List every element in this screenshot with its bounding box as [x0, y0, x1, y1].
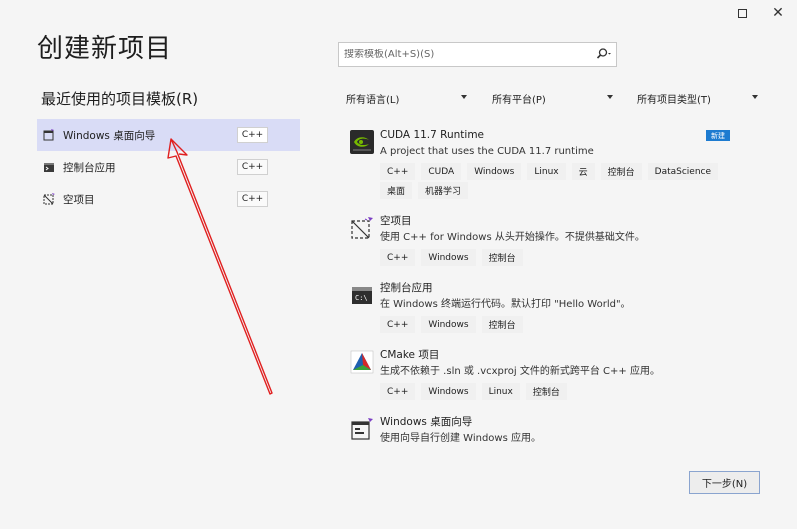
- recent-templates-list: Windows 桌面向导 C++ 控制台应用 C++ 空项目 C++: [37, 119, 300, 215]
- template-tag: DataScience: [647, 163, 719, 180]
- template-tag: 机器学习: [418, 182, 469, 199]
- chevron-down-icon: [461, 95, 467, 99]
- template-tag: Windows: [421, 316, 476, 333]
- template-tags: C++ Windows 控制台: [380, 249, 740, 268]
- template-console-app[interactable]: C:\ 控制台应用 在 Windows 终端运行代码。默认打印 "Hello W…: [348, 281, 740, 348]
- template-description: 使用 C++ for Windows 从头开始操作。不提供基础文件。: [380, 232, 645, 243]
- recent-item-console-app[interactable]: 控制台应用 C++: [37, 151, 300, 183]
- close-icon: ✕: [772, 5, 784, 21]
- search-icon: [596, 48, 611, 59]
- chevron-down-icon: [752, 95, 758, 99]
- desktop-wizard-icon: [43, 129, 55, 141]
- recent-item-windows-desktop-wizard[interactable]: Windows 桌面向导 C++: [37, 119, 300, 151]
- chevron-down-icon: [607, 95, 613, 99]
- new-badge: 新建: [706, 130, 730, 141]
- template-tag: Linux: [481, 383, 520, 400]
- project-type-filter[interactable]: 所有项目类型(T): [637, 87, 758, 109]
- template-tag: 控制台: [481, 316, 523, 333]
- language-tag: C++: [237, 127, 268, 143]
- template-tags: C++ CUDA Windows Linux 云 控制台 DataScience…: [380, 163, 740, 201]
- project-type-filter-value: 所有项目类型(T): [637, 94, 711, 106]
- template-name: 控制台应用: [380, 282, 433, 294]
- template-name: CUDA 11.7 Runtime: [380, 129, 485, 141]
- template-tag: C++: [380, 249, 416, 266]
- empty-project-icon: [43, 193, 55, 205]
- template-description: 生成不依赖于 .sln 或 .vcxproj 文件的新式跨平台 C++ 应用。: [380, 366, 660, 377]
- template-tag: 控制台: [481, 249, 523, 266]
- recent-templates-title: 最近使用的项目模板(R): [41, 90, 199, 108]
- template-cmake-project[interactable]: CMake 项目 生成不依赖于 .sln 或 .vcxproj 文件的新式跨平台…: [348, 348, 740, 415]
- template-list: CUDA 11.7 Runtime 新建 A project that uses…: [348, 128, 740, 451]
- search-input[interactable]: [339, 49, 584, 60]
- close-button[interactable]: ✕: [765, 2, 791, 24]
- recent-item-label: Windows 桌面向导: [63, 129, 156, 142]
- template-tag: C++: [380, 163, 416, 180]
- console-app-icon: C:\: [350, 283, 374, 307]
- recent-item-label: 空项目: [63, 193, 95, 206]
- template-windows-desktop-wizard[interactable]: Windows 桌面向导 使用向导自行创建 Windows 应用。: [348, 415, 740, 451]
- recent-item-label: 控制台应用: [63, 161, 116, 174]
- template-tags: C++ Windows 控制台: [380, 316, 740, 335]
- template-name: 空项目: [380, 215, 412, 227]
- svg-text:C:\: C:\: [355, 294, 368, 302]
- template-tag: 控制台: [525, 383, 567, 400]
- maximize-icon: [737, 8, 747, 18]
- template-description: A project that uses the CUDA 11.7 runtim…: [380, 146, 594, 157]
- template-tag: 桌面: [380, 182, 413, 199]
- recent-item-empty-project[interactable]: 空项目 C++: [37, 183, 300, 215]
- search-dropdown[interactable]: [596, 47, 612, 61]
- language-tag: C++: [237, 191, 268, 207]
- platform-filter[interactable]: 所有平台(P): [492, 87, 613, 109]
- nvidia-icon: [350, 130, 374, 154]
- template-tag: Windows: [467, 163, 522, 180]
- search-box[interactable]: [338, 42, 617, 67]
- template-description: 使用向导自行创建 Windows 应用。: [380, 433, 541, 444]
- template-tag: Linux: [527, 163, 566, 180]
- template-tag: 云: [571, 163, 595, 180]
- template-tag: 控制台: [600, 163, 642, 180]
- template-tag: Windows: [421, 383, 476, 400]
- template-tag: C++: [380, 316, 416, 333]
- template-tag: Windows: [421, 249, 476, 266]
- cmake-icon: [350, 350, 374, 374]
- template-empty-project[interactable]: 空项目 使用 C++ for Windows 从头开始操作。不提供基础文件。 C…: [348, 214, 740, 281]
- empty-project-icon: [350, 216, 374, 240]
- console-app-icon: [43, 161, 55, 173]
- template-tag: CUDA: [421, 163, 462, 180]
- language-filter-value: 所有语言(L): [346, 94, 400, 106]
- template-description: 在 Windows 终端运行代码。默认打印 "Hello World"。: [380, 299, 631, 310]
- language-tag: C++: [237, 159, 268, 175]
- page-title: 创建新项目: [37, 34, 173, 64]
- desktop-wizard-icon: [350, 417, 374, 441]
- platform-filter-value: 所有平台(P): [492, 94, 546, 106]
- template-name: CMake 项目: [380, 349, 440, 361]
- language-filter[interactable]: 所有语言(L): [346, 87, 467, 109]
- template-cuda-runtime[interactable]: CUDA 11.7 Runtime 新建 A project that uses…: [348, 128, 740, 208]
- template-tags: C++ Windows Linux 控制台: [380, 383, 740, 402]
- template-tag: C++: [380, 383, 416, 400]
- maximize-button[interactable]: [729, 2, 755, 24]
- next-button[interactable]: 下一步(N): [689, 471, 760, 494]
- template-name: Windows 桌面向导: [380, 416, 473, 428]
